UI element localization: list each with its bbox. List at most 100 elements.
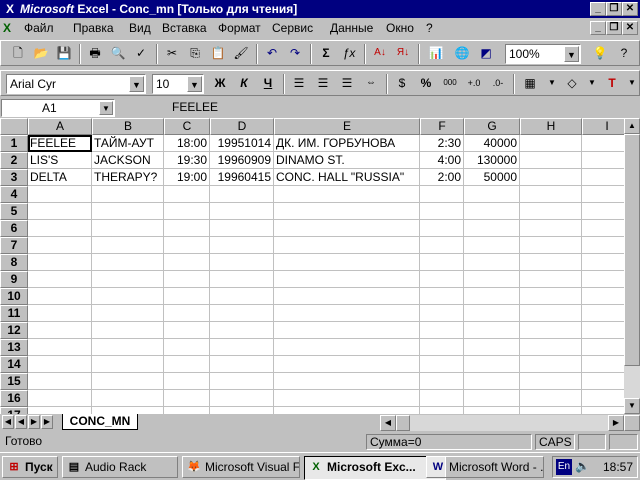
cell-i7[interactable] — [582, 237, 624, 254]
vertical-scrollbar[interactable]: ▲ ▼ — [624, 118, 640, 414]
fill-color-icon[interactable]: ◇ — [561, 73, 583, 95]
cell-h7[interactable] — [520, 237, 582, 254]
cell-e1[interactable]: ДК. ИМ. ГОРБУНОВА — [274, 135, 420, 152]
scroll-right-icon[interactable]: ▶ — [608, 415, 624, 431]
name-box[interactable]: A1 ▼ — [1, 99, 115, 117]
chart-wizard-icon[interactable]: 📊 — [425, 43, 447, 65]
cell-a13[interactable] — [28, 339, 92, 356]
cell-b10[interactable] — [92, 288, 164, 305]
last-sheet-icon[interactable]: ▶ — [41, 415, 53, 429]
doc-close-icon[interactable]: ✕ — [622, 21, 638, 35]
cell-f17[interactable] — [420, 407, 464, 414]
cell-i5[interactable] — [582, 203, 624, 220]
task-word[interactable]: W Microsoft Word - ... — [426, 456, 544, 478]
cell-g6[interactable] — [464, 220, 520, 237]
cell-a7[interactable] — [28, 237, 92, 254]
cell-i3[interactable] — [582, 169, 624, 186]
menu-format[interactable]: Формат — [218, 21, 261, 35]
cell-h10[interactable] — [520, 288, 582, 305]
cell-b8[interactable] — [92, 254, 164, 271]
cell-e16[interactable] — [274, 390, 420, 407]
cell-f3[interactable]: 2:00 — [420, 169, 464, 186]
cell-c14[interactable] — [164, 356, 210, 373]
cell-h16[interactable] — [520, 390, 582, 407]
cell-c9[interactable] — [164, 271, 210, 288]
chevron-down-icon[interactable]: ▼ — [99, 101, 113, 115]
percent-button[interactable]: % — [415, 73, 437, 95]
spelling-icon[interactable]: ✓ — [130, 43, 152, 65]
cell-c5[interactable] — [164, 203, 210, 220]
cell-c10[interactable] — [164, 288, 210, 305]
next-sheet-icon[interactable]: ▶ — [28, 415, 40, 429]
paste-icon[interactable]: 📋 — [207, 43, 229, 65]
cell-c16[interactable] — [164, 390, 210, 407]
cell-f16[interactable] — [420, 390, 464, 407]
speaker-icon[interactable]: 🔈 — [575, 459, 590, 473]
cell-h12[interactable] — [520, 322, 582, 339]
cell-g7[interactable] — [464, 237, 520, 254]
menu-view[interactable]: Вид — [129, 21, 151, 35]
font-name-select[interactable]: Arial Cyr ▼ — [6, 74, 146, 94]
row-header-4[interactable]: 4 — [0, 186, 28, 203]
cell-f8[interactable] — [420, 254, 464, 271]
cell-g8[interactable] — [464, 254, 520, 271]
doc-restore-icon[interactable]: ❐ — [606, 21, 622, 35]
cell-i13[interactable] — [582, 339, 624, 356]
cell-i14[interactable] — [582, 356, 624, 373]
cut-icon[interactable]: ✂ — [161, 43, 183, 65]
row-header-6[interactable]: 6 — [0, 220, 28, 237]
menu-file[interactable]: Файл — [24, 21, 54, 35]
cell-d13[interactable] — [210, 339, 274, 356]
autosum-icon[interactable]: Σ — [315, 43, 337, 65]
cell-f9[interactable] — [420, 271, 464, 288]
cell-g12[interactable] — [464, 322, 520, 339]
cell-h3[interactable] — [520, 169, 582, 186]
formula-input[interactable]: FEELEE — [172, 100, 218, 114]
menu-data[interactable]: Данные — [330, 21, 373, 35]
cell-c4[interactable] — [164, 186, 210, 203]
row-header-8[interactable]: 8 — [0, 254, 28, 271]
bold-button[interactable]: Ж — [209, 73, 231, 95]
borders-icon[interactable]: ▦ — [519, 73, 541, 95]
drawing-icon[interactable]: ◩ — [475, 43, 497, 65]
row-header-9[interactable]: 9 — [0, 271, 28, 288]
cell-b3[interactable]: THERAPY? — [92, 169, 164, 186]
cell-b2[interactable]: JACKSON — [92, 152, 164, 169]
cell-c8[interactable] — [164, 254, 210, 271]
worksheet-grid[interactable]: A B C D E F G H I 1 FEELEE ТАЙМ-АУТ 18:00 19951014 ДК.… — [0, 118, 624, 414]
cell-d16[interactable] — [210, 390, 274, 407]
row-header-2[interactable]: 2 — [0, 152, 28, 169]
cell-b14[interactable] — [92, 356, 164, 373]
cell-i10[interactable] — [582, 288, 624, 305]
minimize-icon[interactable]: _ — [590, 2, 606, 16]
cell-e17[interactable] — [274, 407, 420, 414]
column-header-g[interactable]: G — [464, 118, 520, 135]
cell-e11[interactable] — [274, 305, 420, 322]
cell-g16[interactable] — [464, 390, 520, 407]
cell-e13[interactable] — [274, 339, 420, 356]
cell-g10[interactable] — [464, 288, 520, 305]
chevron-down-icon[interactable]: ▼ — [541, 73, 563, 95]
cell-g3[interactable]: 50000 — [464, 169, 520, 186]
cell-g14[interactable] — [464, 356, 520, 373]
column-header-b[interactable]: B — [92, 118, 164, 135]
row-header-1[interactable]: 1 — [0, 135, 28, 152]
cell-f4[interactable] — [420, 186, 464, 203]
start-button[interactable]: ⊞ Пуск — [2, 456, 58, 478]
cell-g4[interactable] — [464, 186, 520, 203]
cell-c15[interactable] — [164, 373, 210, 390]
cell-b1[interactable]: ТАЙМ-АУТ — [92, 135, 164, 152]
cell-h2[interactable] — [520, 152, 582, 169]
new-icon[interactable]: 🗋 — [7, 43, 29, 65]
italic-button[interactable]: К — [233, 73, 255, 95]
row-header-3[interactable]: 3 — [0, 169, 28, 186]
cell-d3[interactable]: 19960415 — [210, 169, 274, 186]
cell-a14[interactable] — [28, 356, 92, 373]
cell-e15[interactable] — [274, 373, 420, 390]
cell-h1[interactable] — [520, 135, 582, 152]
function-wizard-icon[interactable]: ƒx — [338, 43, 360, 65]
cell-i16[interactable] — [582, 390, 624, 407]
scroll-left-icon[interactable]: ◀ — [380, 415, 396, 431]
cell-b11[interactable] — [92, 305, 164, 322]
column-header-c[interactable]: C — [164, 118, 210, 135]
